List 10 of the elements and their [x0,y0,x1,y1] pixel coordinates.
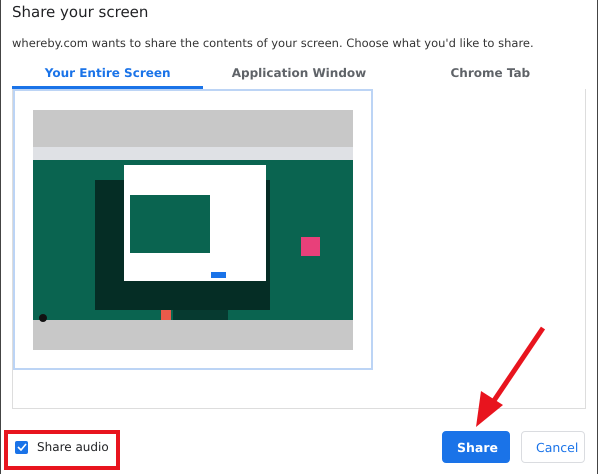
checkbox[interactable] [15,440,28,454]
dialog-message: whereby.com wants to share the contents of your screen. Choose what you'd like to share. [11,35,535,52]
checkbox-label: Share audio [37,440,109,454]
tab[interactable]: Chrome Tab [394,59,586,89]
dialog-title: Share your screen [11,2,150,23]
cancel-button[interactable]: Cancel [521,431,585,463]
tab[interactable]: Application Window [203,59,395,89]
share-button[interactable]: Share [442,431,510,463]
tab[interactable]: Your Entire Screen [12,59,204,89]
source-thumbnail[interactable] [13,89,373,370]
